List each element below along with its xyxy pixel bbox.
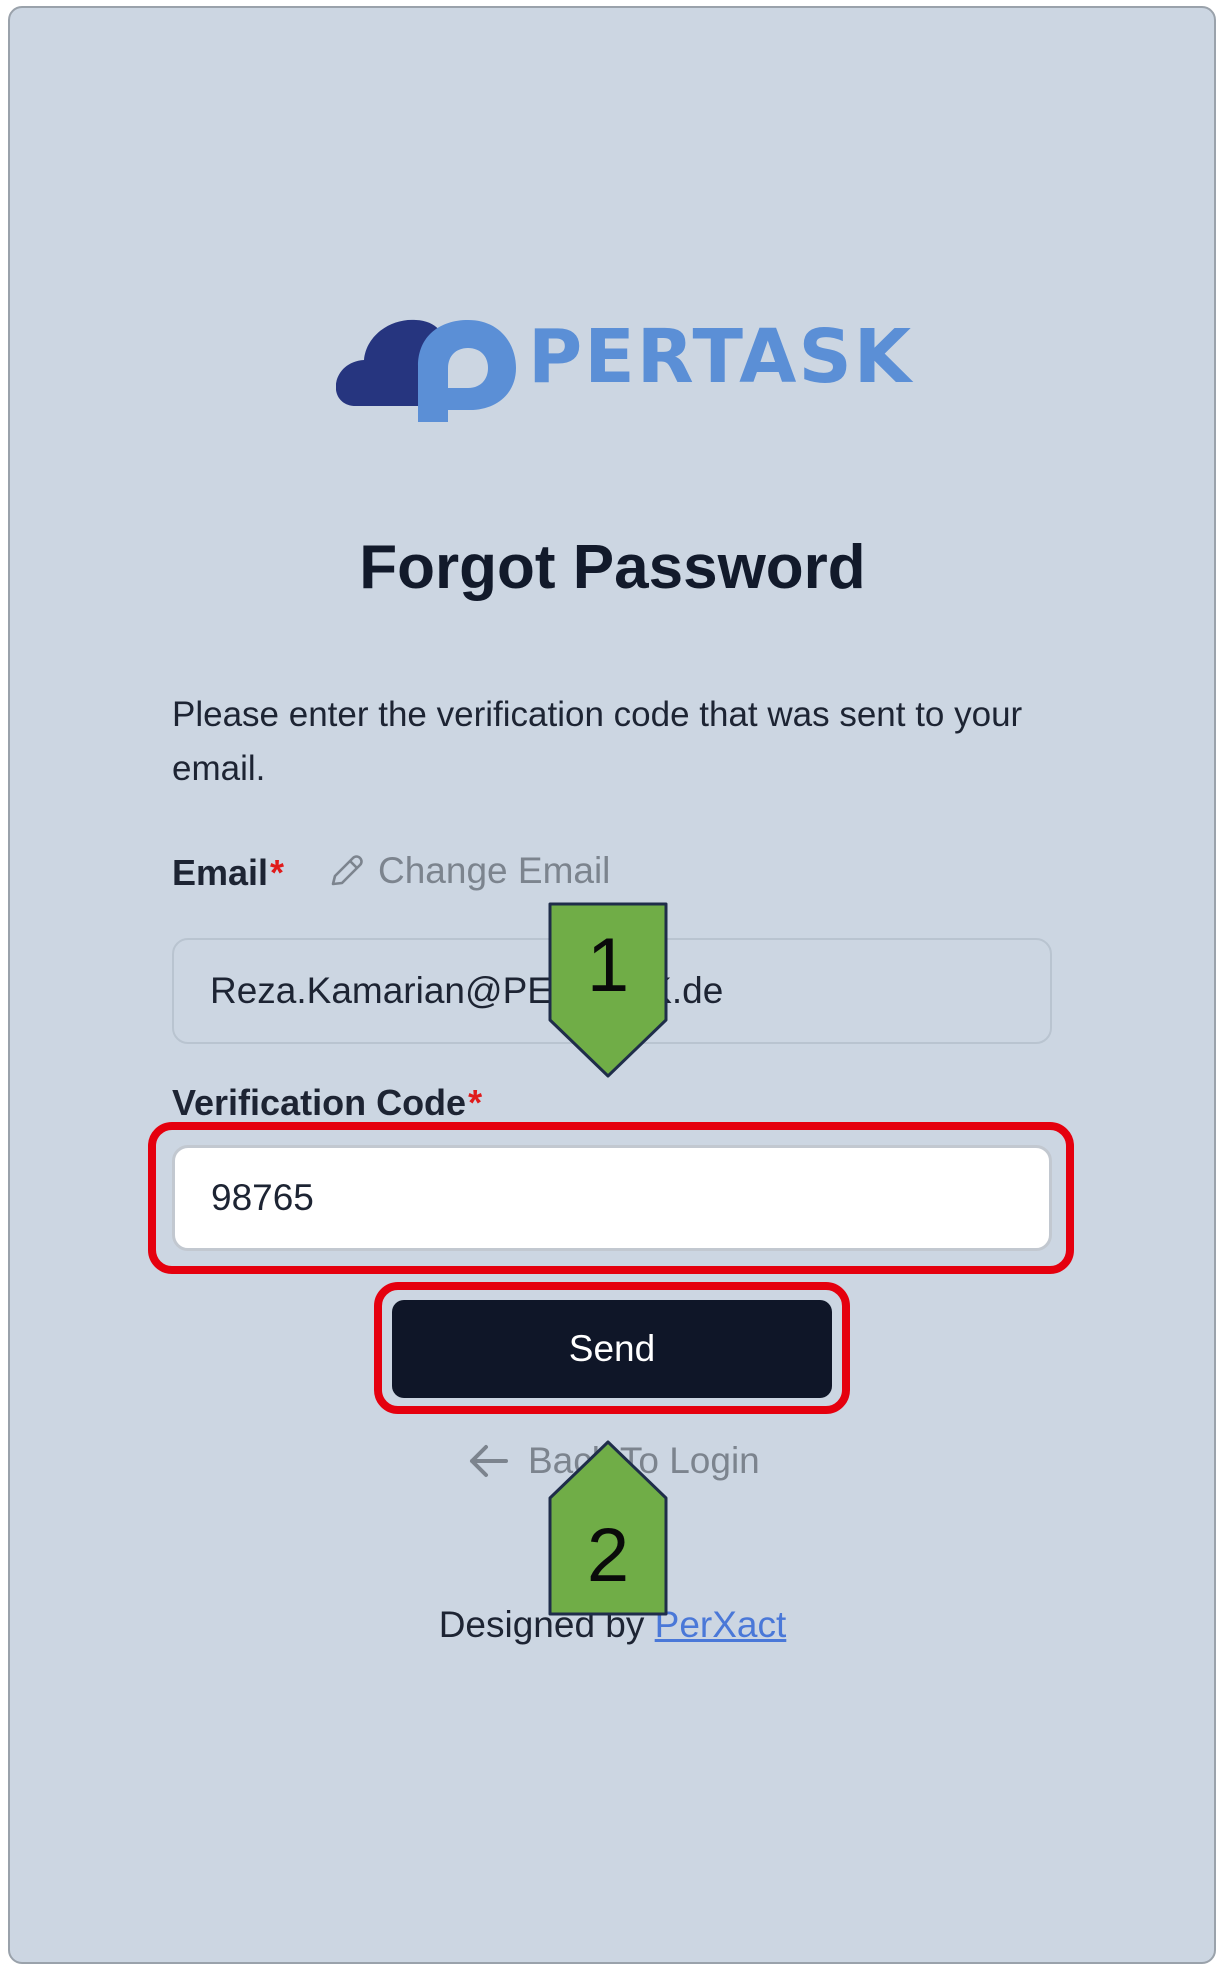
change-email-link[interactable]: Change Email — [326, 850, 610, 892]
step-number-2: 2 — [586, 1513, 630, 1598]
required-asterisk: * — [468, 1082, 483, 1123]
page-title: Forgot Password — [359, 533, 866, 602]
instructions-text: Please enter the verification code that … — [172, 695, 1023, 788]
change-email-label: Change Email — [378, 850, 611, 891]
highlight-box-send — [374, 1282, 850, 1414]
pencil-icon — [331, 855, 363, 886]
required-asterisk: * — [270, 852, 285, 893]
pertask-logo: PERTASK — [336, 306, 911, 422]
verification-code-label: Verification Code* — [172, 1082, 482, 1124]
arrow-left-icon — [470, 1445, 508, 1477]
perxact-link[interactable]: PerXact — [655, 1604, 787, 1645]
logo-wordmark: PERTASK — [528, 314, 914, 400]
email-label-text: Email — [172, 852, 269, 893]
highlight-box-code — [148, 1122, 1074, 1274]
step-marker-2: 2 — [548, 1440, 668, 1616]
logo-mark-icon — [336, 319, 516, 422]
step-marker-1: 1 — [548, 902, 668, 1078]
verification-code-label-text: Verification Code — [172, 1082, 467, 1123]
email-label: Email* — [172, 852, 284, 894]
step-number-1: 1 — [586, 923, 630, 1008]
